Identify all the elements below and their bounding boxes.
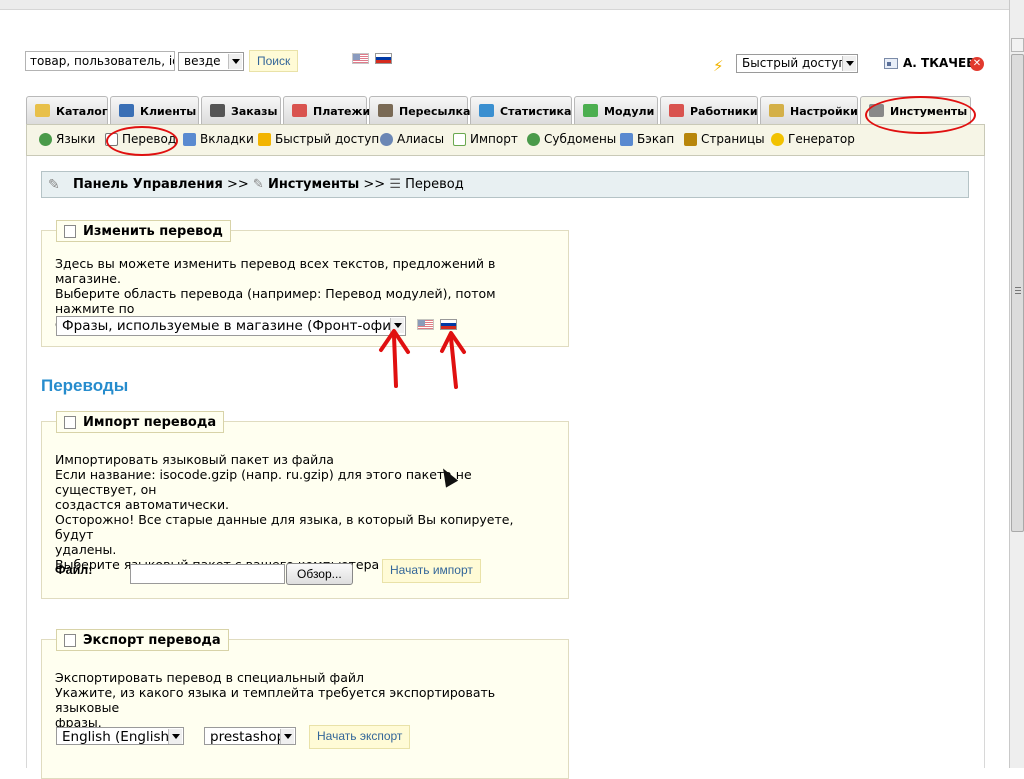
- annotation-arrows: [379, 329, 466, 389]
- annotation-arrow-flag: [449, 336, 458, 389]
- annotation-arrow-select: [392, 334, 398, 388]
